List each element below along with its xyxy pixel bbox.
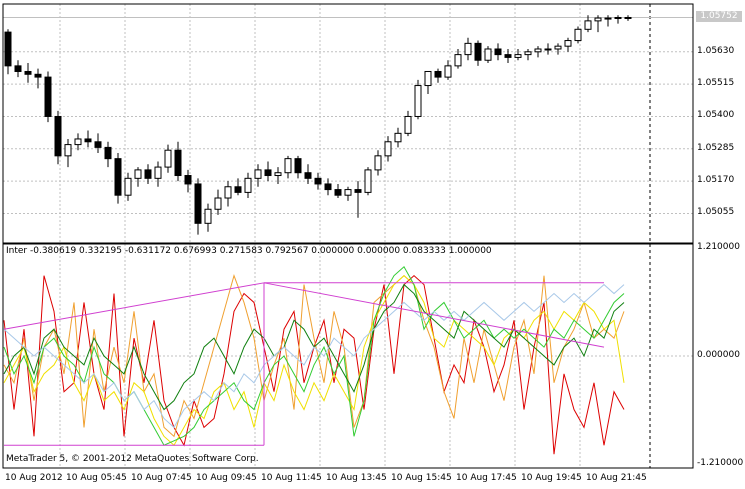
candle-body [254,169,262,179]
candle-body [34,73,42,78]
candle-body [324,183,332,191]
candle-body [554,45,562,50]
candle-body [134,169,142,179]
candle-body [444,65,452,78]
candle-body [514,54,522,58]
candle-body [144,169,152,179]
candle-body [84,138,92,143]
candle-body [404,115,412,134]
candle-body [54,115,62,157]
time-label: 10 Aug 2012 [5,473,63,483]
candle-body [384,141,392,157]
price-label: 1.05055 [697,207,735,218]
candle-body [104,146,112,160]
indicator-axis-label: 0.000000 [697,350,740,360]
candle-body [524,51,532,56]
candle-body [194,183,202,224]
candle-body [124,177,132,196]
candle-body [454,54,462,67]
candle-body [304,172,312,179]
candle-body [394,132,402,143]
time-label: 10 Aug 13:45 [326,473,387,483]
candle-body [364,169,372,193]
candle-body [484,48,492,61]
current-price-tag: 1.05752 [696,11,742,23]
candlestick-series [4,15,632,235]
time-label: 10 Aug 15:45 [391,473,452,483]
indicator-label: Inter -0.380619 0.332195 -0.631172 0.676… [6,246,492,256]
price-label: 1.05630 [697,45,735,56]
candle-body [14,65,22,72]
candle-body [284,158,292,174]
candle-body [4,31,12,67]
chart-canvas[interactable] [0,0,745,489]
candle-body [94,141,102,148]
candle-body [344,189,352,196]
candle-body [494,48,502,56]
candle-body [374,155,382,171]
candle-body [594,17,602,22]
candle-body [114,158,122,196]
indicator-series [3,265,625,455]
candle-body [74,138,82,146]
price-label: 1.05285 [697,142,735,153]
time-label: 10 Aug 17:45 [456,473,517,483]
price-label: 1.05170 [697,175,735,186]
candle-body [164,149,172,168]
time-label: 10 Aug 11:45 [261,473,322,483]
candle-body [244,177,252,193]
time-label: 10 Aug 21:45 [586,473,647,483]
candle-body [584,20,592,30]
candle-body [264,169,272,177]
candle-body [224,186,232,199]
candle-body [534,48,542,53]
candle-body [604,17,612,20]
candle-body [234,186,242,193]
candle-body [434,70,442,78]
price-label: 1.05515 [697,78,735,89]
candle-body [574,28,582,42]
time-label: 10 Aug 05:45 [66,473,127,483]
candle-body [24,70,32,75]
copyright-text: MetaTrader 5, © 2001-2012 MetaQuotes Sof… [6,454,259,464]
indicator-axis-label: -1.210000 [697,458,744,468]
candle-body [504,54,512,58]
candle-body [184,175,192,185]
candle-body [624,16,632,19]
indicator-axis-label: 1.210000 [697,242,740,252]
time-label: 10 Aug 09:45 [196,473,257,483]
candle-body [354,189,362,193]
candle-body [544,48,552,51]
candle-body [204,208,212,224]
time-label: 10 Aug 07:45 [131,473,192,483]
candle-body [314,177,322,185]
candle-body [414,85,422,117]
price-panel-frame [2,3,694,244]
candle-body [64,144,72,157]
candle-body [44,76,52,117]
candle-body [174,149,182,177]
candle-body [424,70,432,87]
candle-body [464,42,472,56]
candle-body [294,158,302,174]
price-label: 1.05400 [697,110,735,121]
candle-body [334,189,342,196]
candle-body [214,197,222,210]
candle-body [564,40,572,47]
candle-body [474,42,482,61]
candle-body [274,172,282,177]
candle-body [154,166,162,179]
candle-body [614,16,622,19]
time-label: 10 Aug 19:45 [521,473,582,483]
